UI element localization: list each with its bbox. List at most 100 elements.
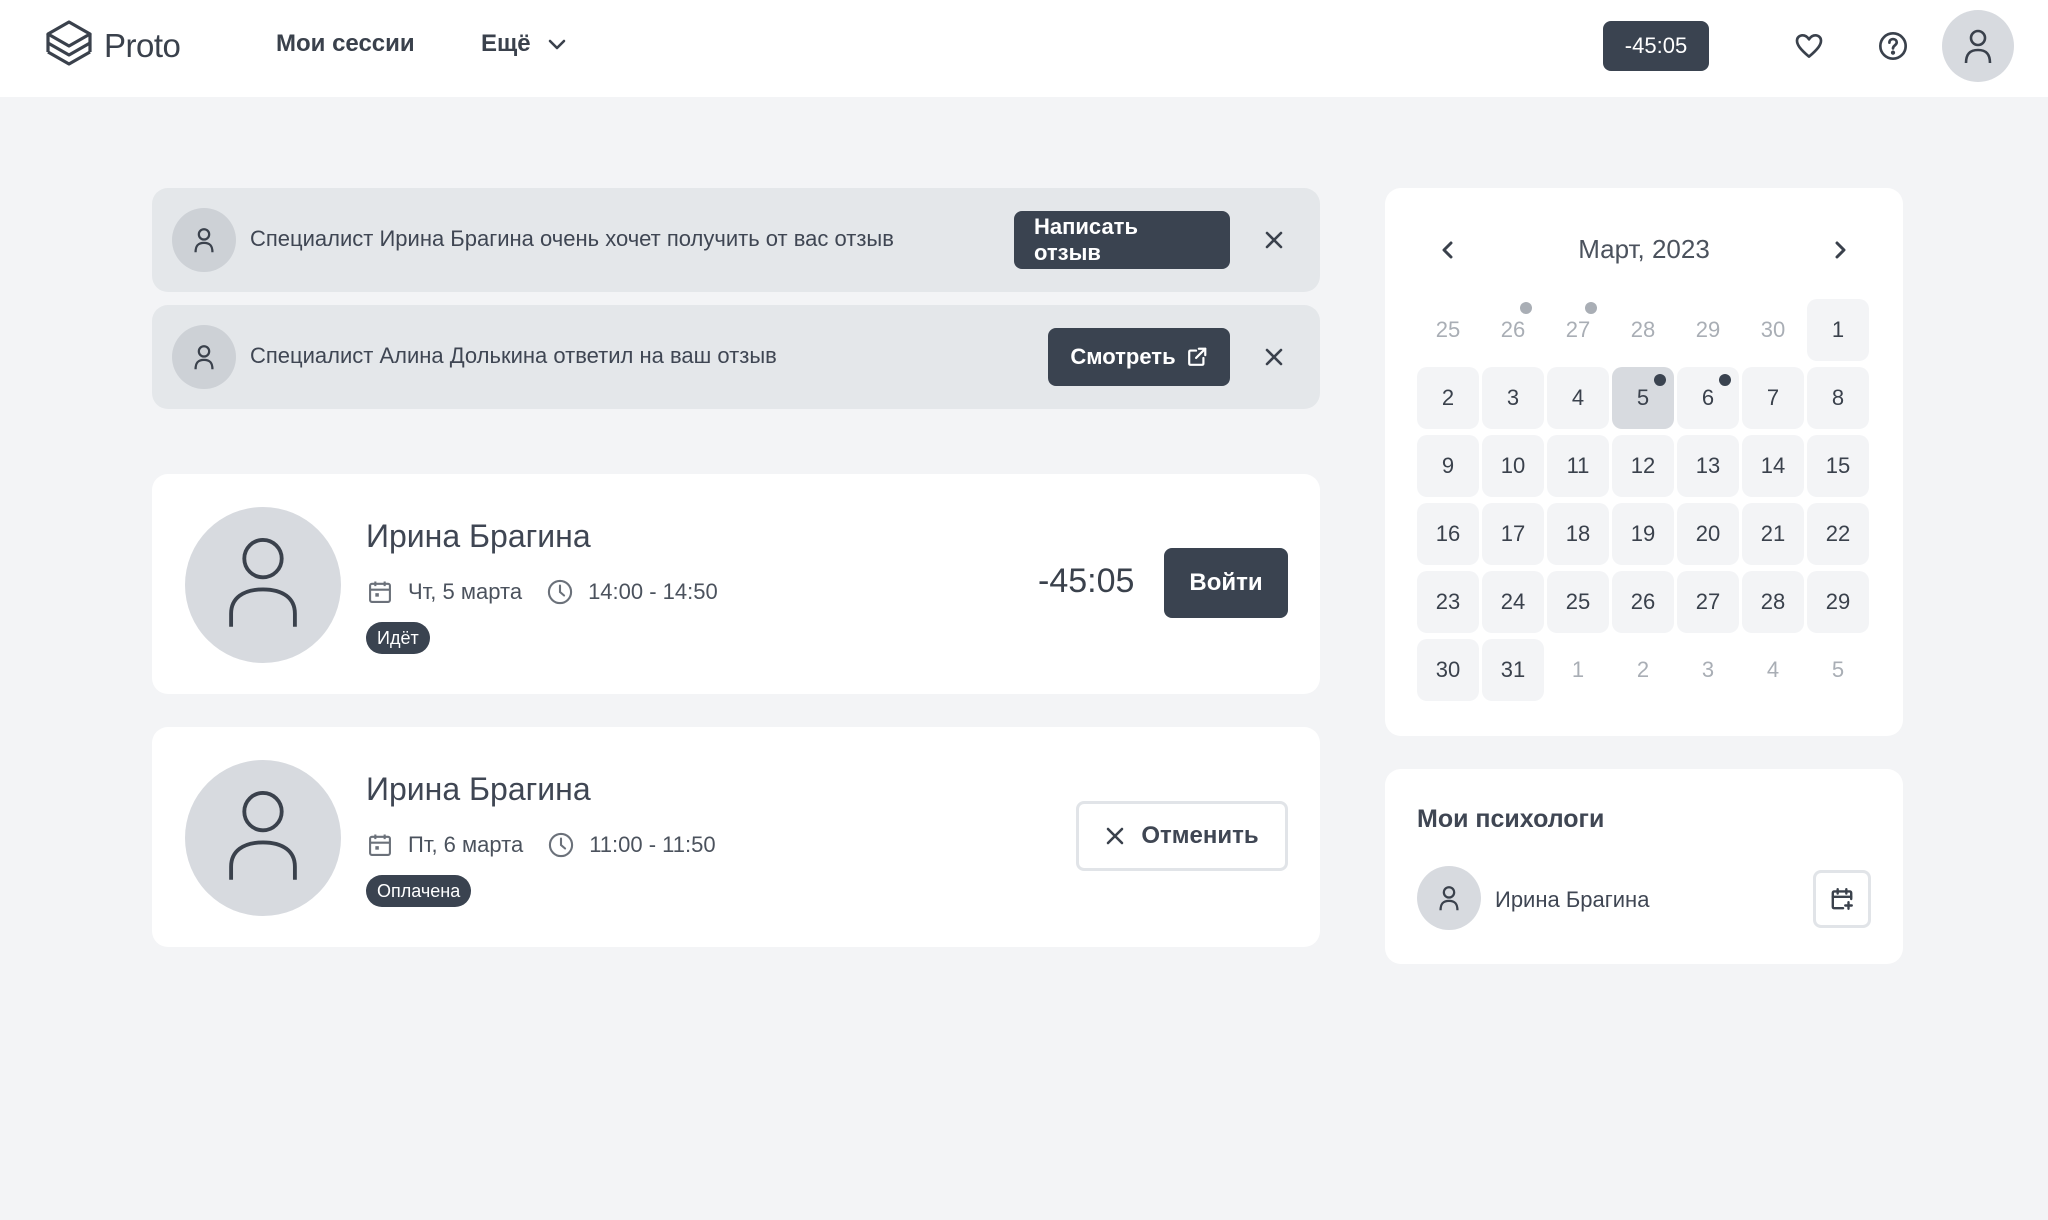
calendar-plus-icon: [1831, 888, 1853, 910]
session-timer-badge[interactable]: -45:05: [1603, 21, 1709, 71]
calendar-day[interactable]: 17: [1482, 503, 1544, 565]
calendar-day[interactable]: 14: [1742, 435, 1804, 497]
calendar-day[interactable]: 5: [1612, 367, 1674, 429]
calendar-day-number: 4: [1766, 657, 1780, 682]
nav-more-label: Ещё: [481, 30, 531, 57]
calendar-day[interactable]: 21: [1742, 503, 1804, 565]
calendar-day[interactable]: 4: [1547, 367, 1609, 429]
calendar-day[interactable]: 31: [1482, 639, 1544, 701]
calendar-day[interactable]: 25: [1417, 299, 1479, 361]
calendar-day[interactable]: 18: [1547, 503, 1609, 565]
calendar-day[interactable]: 3: [1677, 639, 1739, 701]
calendar-day[interactable]: 2: [1417, 367, 1479, 429]
heart-icon[interactable]: [1791, 28, 1827, 64]
cancel-label: Отменить: [1141, 822, 1259, 849]
calendar-day[interactable]: 6: [1677, 367, 1739, 429]
calendar-day-number: 16: [1435, 521, 1461, 546]
calendar-day[interactable]: 9: [1417, 435, 1479, 497]
status-badge: Оплачена: [366, 875, 472, 907]
external-link-icon: [1187, 347, 1206, 366]
calendar-day-number: 27: [1565, 317, 1591, 342]
session-date: Чт, 5 марта: [408, 579, 523, 604]
calendar-day[interactable]: 26: [1482, 299, 1544, 361]
calendar-day[interactable]: 13: [1677, 435, 1739, 497]
notification-text: Специалист Алина Долькина ответил на ваш…: [250, 343, 777, 368]
calendar-day[interactable]: 29: [1677, 299, 1739, 361]
calendar-day[interactable]: 19: [1612, 503, 1674, 565]
view-reply-button[interactable]: Смотреть: [1048, 328, 1230, 386]
calendar-day-number: 6: [1701, 385, 1715, 410]
calendar-day-number: 12: [1630, 453, 1656, 478]
user-icon: [194, 228, 214, 253]
user-avatar[interactable]: [1942, 10, 2014, 82]
calendar-day[interactable]: 30: [1417, 639, 1479, 701]
calendar-day[interactable]: 28: [1612, 299, 1674, 361]
user-icon: [1439, 886, 1459, 911]
calendar-day[interactable]: 16: [1417, 503, 1479, 565]
calendar-day[interactable]: 1: [1807, 299, 1869, 361]
top-header: Proto Мои сессии Ещё -45:05: [0, 0, 2048, 97]
calendar-day[interactable]: 10: [1482, 435, 1544, 497]
calendar-day[interactable]: 30: [1742, 299, 1804, 361]
notification-review-reply: Специалист Алина Долькина ответил на ваш…: [152, 305, 1320, 409]
event-dot: [1719, 374, 1731, 386]
session-meta: Чт, 5 марта 14:00 - 14:50: [366, 578, 718, 606]
chevron-down-icon: [548, 39, 565, 50]
calendar-day-number: 24: [1500, 589, 1526, 614]
calendar-day-number: 3: [1701, 657, 1715, 682]
help-icon[interactable]: [1875, 28, 1911, 64]
clock-icon: [547, 579, 573, 605]
calendar-day[interactable]: 12: [1612, 435, 1674, 497]
psychologist-avatar: [1417, 866, 1481, 930]
write-review-button[interactable]: Написать отзыв: [1014, 211, 1230, 269]
calendar-day[interactable]: 27: [1677, 571, 1739, 633]
calendar-day[interactable]: 7: [1742, 367, 1804, 429]
calendar-day-number: 10: [1500, 453, 1526, 478]
calendar-day-number: 2: [1636, 657, 1650, 682]
calendar-day[interactable]: 29: [1807, 571, 1869, 633]
calendar-day[interactable]: 23: [1417, 571, 1479, 633]
cancel-session-button[interactable]: Отменить: [1076, 801, 1288, 871]
specialist-avatar: [185, 760, 341, 916]
calendar-day[interactable]: 11: [1547, 435, 1609, 497]
session-time-wrap: 14:00 - 14:50: [546, 578, 718, 606]
layers-logo-icon: [46, 20, 92, 66]
calendar-day[interactable]: 25: [1547, 571, 1609, 633]
calendar-day[interactable]: 4: [1742, 639, 1804, 701]
enter-session-button[interactable]: Войти: [1164, 548, 1288, 618]
calendar-day[interactable]: 1: [1547, 639, 1609, 701]
calendar-day[interactable]: 3: [1482, 367, 1544, 429]
close-icon[interactable]: [1258, 224, 1290, 256]
session-time-wrap: 11:00 - 11:50: [547, 831, 716, 859]
calendar-day[interactable]: 28: [1742, 571, 1804, 633]
calendar-day[interactable]: 26: [1612, 571, 1674, 633]
psychologists-title: Мои психологи: [1417, 805, 1605, 833]
session-card: Ирина Брагина Чт, 5 марта 14:00 - 14:50 …: [152, 474, 1320, 694]
calendar-day-number: 20: [1695, 521, 1721, 546]
calendar-day[interactable]: 24: [1482, 571, 1544, 633]
calendar-icon: [369, 834, 391, 856]
close-icon: [1107, 827, 1124, 845]
calendar-day[interactable]: 8: [1807, 367, 1869, 429]
calendar-day-number: 9: [1441, 453, 1455, 478]
calendar-day[interactable]: 2: [1612, 639, 1674, 701]
my-psychologists-panel: Мои психологи Ирина Брагина: [1385, 769, 1903, 964]
nav-more-dropdown[interactable]: Ещё: [481, 30, 569, 58]
specialist-avatar: [185, 507, 341, 663]
calendar-day[interactable]: 27: [1547, 299, 1609, 361]
calendar-day-number: 26: [1630, 589, 1656, 614]
calendar-widget: Март, 2023 25 26 27 28 29 30 1 2 3 4 5 6 7 8 9 10 11 12 13…: [1385, 188, 1903, 736]
calendar-day-number: 25: [1435, 317, 1461, 342]
calendar-day[interactable]: 22: [1807, 503, 1869, 565]
calendar-day[interactable]: 5: [1807, 639, 1869, 701]
logo[interactable]: Proto: [44, 18, 181, 74]
chevron-right-icon[interactable]: [1824, 234, 1856, 266]
calendar-day-number: 31: [1500, 657, 1526, 682]
calendar-day[interactable]: 20: [1677, 503, 1739, 565]
close-icon[interactable]: [1258, 341, 1290, 373]
calendar-day[interactable]: 15: [1807, 435, 1869, 497]
calendar-day-number: 25: [1565, 589, 1591, 614]
psychologist-name[interactable]: Ирина Брагина: [1495, 887, 1649, 913]
nav-my-sessions[interactable]: Мои сессии: [276, 30, 415, 58]
book-session-button[interactable]: [1813, 870, 1871, 928]
